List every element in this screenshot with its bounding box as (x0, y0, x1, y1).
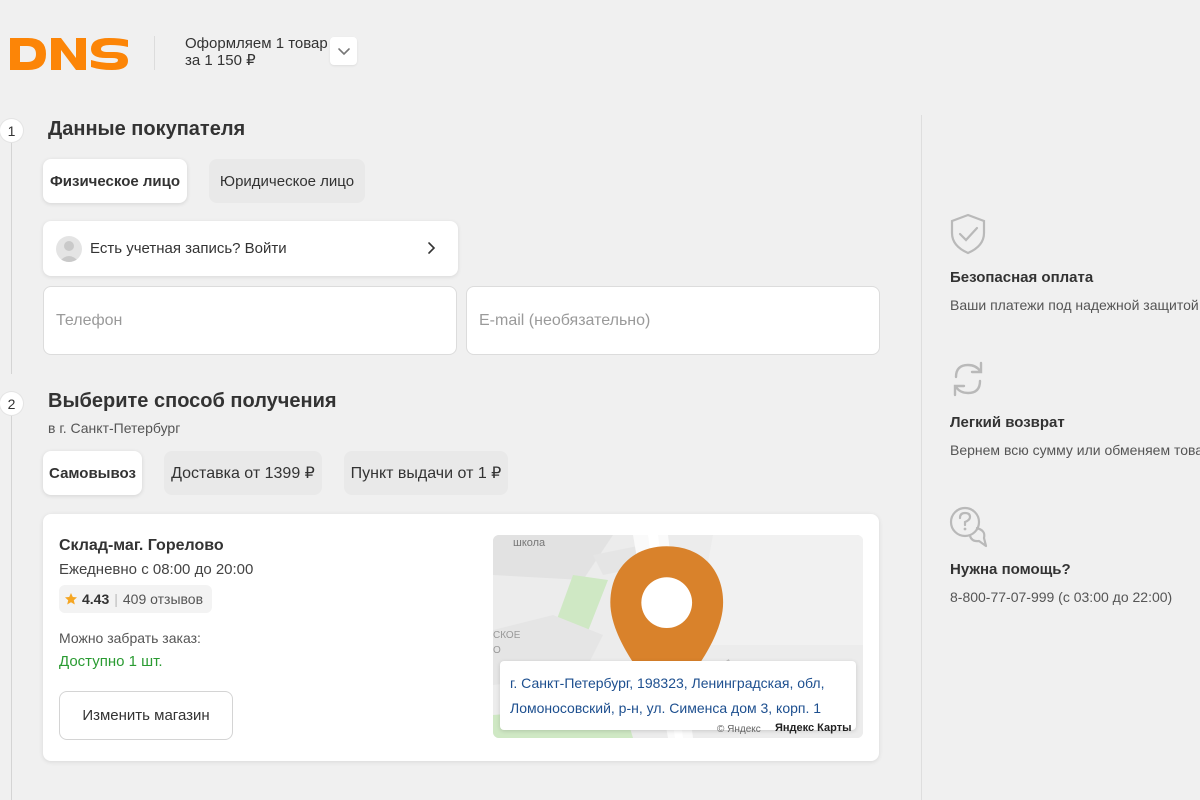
order-summary-toggle[interactable] (330, 37, 357, 65)
email-input[interactable] (479, 311, 867, 330)
shield-check-icon (950, 213, 986, 255)
store-hours: Ежедневно с 08:00 до 20:00 (59, 561, 254, 578)
reviews-count: 409 отзывов (122, 591, 204, 607)
order-summary: Оформляем 1 товар за 1 150 ₽ (185, 35, 328, 69)
header-divider (154, 36, 155, 70)
tab-pickup-point[interactable]: Пункт выдачи от 1 ₽ (344, 451, 508, 495)
map-brand-logo[interactable]: Яндекс Карты (775, 722, 852, 734)
availability-status: Доступно 1 шт. (59, 653, 163, 670)
store-name: Склад-маг. Горелово (59, 537, 224, 554)
order-total: за 1 150 ₽ (185, 52, 256, 69)
chevron-right-icon (428, 242, 436, 254)
tab-delivery[interactable]: Доставка от 1399 ₽ (164, 451, 322, 495)
address-line-2: Ломоносовский, р-н, ул. Сименса дом 3, к… (510, 700, 822, 716)
store-map[interactable]: школа СКОЕ О г. Санкт-Петербург, 198323,… (493, 535, 863, 738)
store-card: Склад-маг. Горелово Ежедневно с 08:00 до… (43, 514, 879, 761)
pickup-label: Можно забрать заказ: (59, 630, 201, 646)
help-chat-icon (949, 506, 988, 548)
phone-field[interactable] (43, 286, 457, 355)
tab-individual[interactable]: Физическое лицо (43, 159, 187, 203)
order-items-count: Оформляем 1 товар (185, 35, 328, 52)
login-prompt-label: Есть учетная запись? Войти (90, 240, 287, 257)
tab-legal-entity[interactable]: Юридическое лицо (209, 159, 365, 203)
step-rail (11, 142, 12, 374)
step-title-buyer: Данные покупателя (48, 118, 246, 140)
benefit-text-help: 8-800-77-07-999 (с 03:00 до 22:00) (950, 589, 1173, 605)
benefit-text-payment: Ваши платежи под надежной защитой (950, 297, 1199, 313)
phone-input[interactable] (56, 311, 444, 330)
dns-logo[interactable] (8, 34, 130, 74)
benefit-text-return: Вернем всю сумму или обменяем товар (950, 442, 1200, 458)
chevron-down-icon (337, 48, 350, 56)
checkout-header: Оформляем 1 товар за 1 150 ₽ (0, 0, 1200, 100)
rating-separator: | (114, 591, 118, 607)
login-prompt[interactable]: Есть учетная запись? Войти (43, 221, 458, 276)
map-copyright[interactable]: © Яндекс (717, 724, 761, 735)
sidebar-divider (921, 115, 922, 800)
address-line-1: г. Санкт-Петербург, 198323, Ленинградска… (510, 675, 825, 691)
store-rating[interactable]: 4.43 | 409 отзывов (59, 585, 213, 613)
delivery-city: в г. Санкт-Петербург (48, 420, 181, 436)
benefit-title-return: Легкий возврат (950, 414, 1065, 431)
benefit-title-payment: Безопасная оплата (950, 269, 1094, 286)
step-rail (11, 415, 12, 800)
change-store-button[interactable]: Изменить магазин (59, 691, 233, 740)
star-icon (65, 593, 77, 605)
step-title-delivery: Выберите способ получения (48, 390, 337, 412)
user-avatar-icon (56, 235, 82, 262)
tab-pickup[interactable]: Самовывоз (43, 451, 142, 495)
email-field[interactable] (466, 286, 880, 355)
map-address-popup[interactable]: г. Санкт-Петербург, 198323, Ленинградска… (500, 661, 856, 730)
step-number: 2 (0, 392, 23, 415)
benefit-title-help: Нужна помощь? (950, 561, 1071, 578)
rating-value: 4.43 (82, 591, 110, 607)
step-number: 1 (0, 119, 23, 142)
refresh-icon (953, 361, 983, 397)
